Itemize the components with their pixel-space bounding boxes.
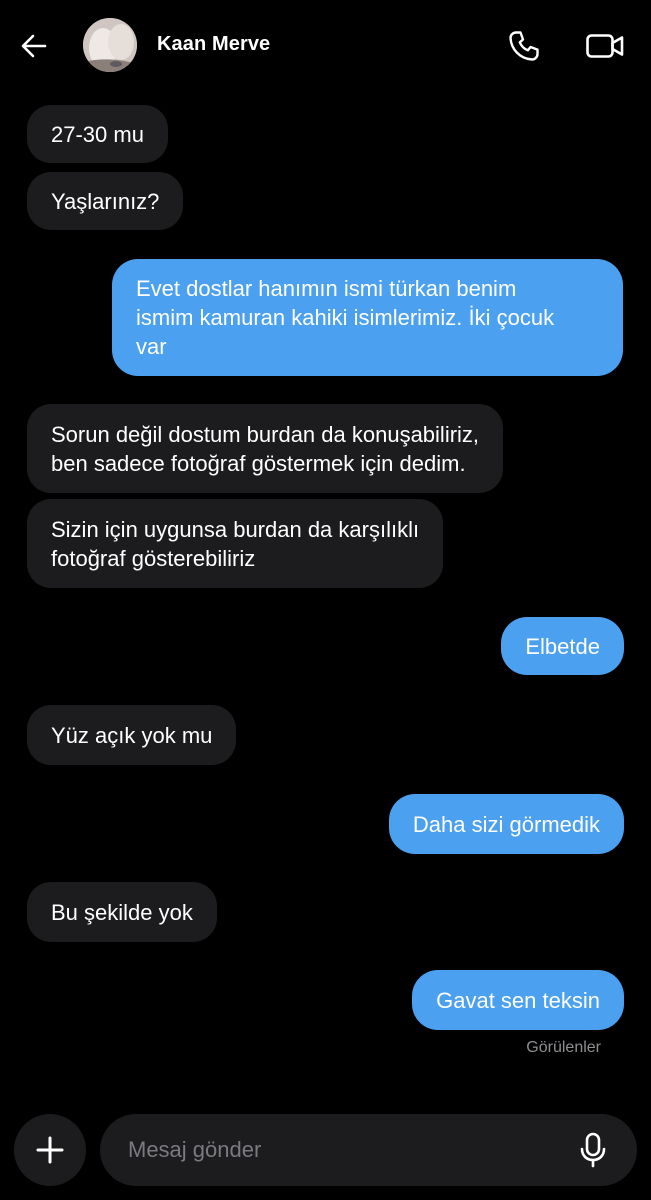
message-outgoing[interactable]: Gavat sen teksin [412,970,624,1030]
arrow-left-icon [21,34,47,58]
message-text: Gavat sen teksin [436,987,600,1013]
message-incoming[interactable]: Yüz açık yok mu [27,705,237,765]
seen-status: Görülenler [526,1039,601,1056]
video-camera-icon [586,34,624,58]
video-call-button[interactable] [583,25,627,67]
microphone-icon [580,1132,606,1168]
message-incoming[interactable]: Sizin için uygunsa burdan da karşılıklı … [27,499,444,588]
message-text: Elbetde [525,633,600,659]
message-text: Sorun değil dostum burdan da konuşabilir… [51,421,480,476]
message-incoming[interactable]: Sorun değil dostum burdan da konuşabilir… [27,404,504,493]
message-outgoing[interactable]: Daha sizi görmedik [388,794,624,854]
message-text: Daha sizi görmedik [412,811,600,837]
plus-icon [36,1136,64,1164]
message-text: Evet dostlar hanımın ismi türkan benim i… [136,276,555,359]
message-composer [100,1114,637,1186]
voice-message-button[interactable] [571,1128,615,1172]
message-text: Bu şekilde yok [51,899,193,925]
message-text: Yüz açık yok mu [51,722,213,748]
avatar-photo [83,18,137,72]
message-text: 27-30 mu [51,121,144,147]
message-outgoing[interactable]: Evet dostlar hanımın ismi türkan benim i… [112,259,623,376]
add-attachment-button[interactable] [14,1114,86,1186]
avatar[interactable] [83,18,137,72]
call-button[interactable] [503,25,545,67]
message-incoming[interactable]: Yaşlarınız? [27,172,184,230]
back-button[interactable] [14,26,54,66]
message-text: Yaşlarınız? [51,188,160,214]
contact-name[interactable]: Kaan Merve [157,33,270,56]
message-incoming[interactable]: Bu şekilde yok [27,882,217,942]
message-outgoing[interactable]: Elbetde [501,617,624,675]
chat-header: Kaan Merve [0,0,651,92]
phone-icon [509,31,539,61]
message-input[interactable] [128,1114,558,1186]
message-incoming[interactable]: 27-30 mu [27,105,168,163]
message-text: Sizin için uygunsa burdan da karşılıklı … [51,516,420,571]
